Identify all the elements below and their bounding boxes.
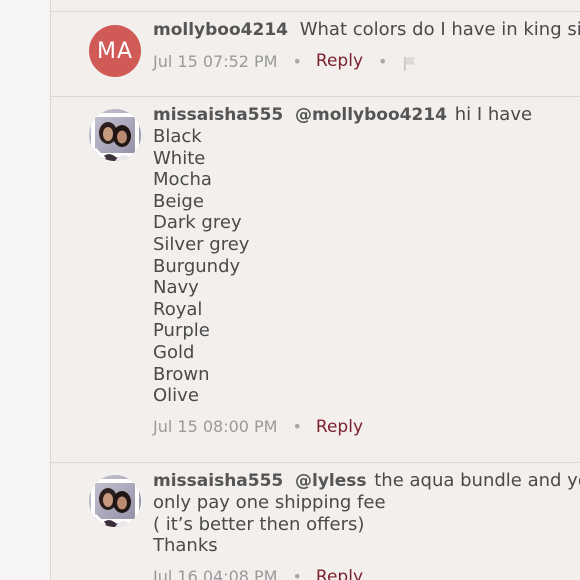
- message-line: Beige: [153, 190, 204, 212]
- avatar[interactable]: [89, 475, 141, 527]
- comment-username[interactable]: missaisha555: [153, 105, 283, 125]
- message-line: Navy: [153, 277, 199, 299]
- comment-timestamp: Jul 15 07:52 PM: [153, 51, 278, 71]
- message-line: Brown: [153, 363, 210, 385]
- comment-message-lines: Black White Mocha Beige Dark grey Silver…: [153, 126, 580, 407]
- separator-dot: •: [292, 51, 302, 71]
- reply-link[interactable]: Reply: [316, 417, 363, 437]
- comment-body: mollyboo4214 What colors do I have in ki…: [153, 19, 580, 71]
- comment-meta: Jul 16 04:08 PM • Reply: [153, 567, 580, 580]
- comment: MA mollyboo4214 What colors do I have in…: [51, 12, 580, 97]
- avatar[interactable]: MA: [89, 25, 141, 77]
- comment-body: missaisha555 @mollyboo4214 hi I have Bla…: [153, 104, 580, 437]
- comment-header: missaisha555 @lyless the aqua bundle and…: [153, 470, 580, 492]
- message-line: White: [153, 147, 206, 169]
- message-line: Royal: [153, 298, 203, 320]
- comment-header: missaisha555 @mollyboo4214 hi I have: [153, 104, 580, 126]
- message-line: Dark grey: [153, 212, 242, 234]
- message-line: ( it’s better then offers): [153, 513, 365, 535]
- comment-message: hi I have: [454, 104, 533, 125]
- comment-meta: Jul 15 08:00 PM • Reply: [153, 417, 580, 437]
- avatar[interactable]: [89, 109, 141, 161]
- message-line: Gold: [153, 341, 195, 363]
- comment-timestamp: Jul 16 04:08 PM: [153, 567, 278, 580]
- message-line: Thanks: [153, 535, 218, 557]
- separator-dot: •: [292, 417, 302, 437]
- message-line: Black: [153, 126, 202, 147]
- comment-message: What colors do I have in king size: [299, 19, 580, 40]
- left-rail: [0, 0, 51, 580]
- separator-dot: •: [378, 51, 388, 71]
- message-line: Purple: [153, 320, 210, 342]
- reply-link[interactable]: Reply: [316, 567, 363, 580]
- comments-page: MA mollyboo4214 What colors do I have in…: [0, 0, 580, 580]
- comment: missaisha555 @mollyboo4214 hi I have Bla…: [51, 97, 580, 463]
- message-line: Burgundy: [153, 255, 241, 277]
- comment-username[interactable]: missaisha555: [153, 471, 283, 491]
- comment-timestamp: Jul 15 08:00 PM: [153, 417, 278, 437]
- comment-username[interactable]: mollyboo4214: [153, 20, 288, 40]
- comment: missaisha555 @lyless the aqua bundle and…: [51, 463, 580, 580]
- comment-message: the aqua bundle and you'll save: [374, 470, 580, 491]
- avatar-initials: MA: [96, 38, 134, 64]
- comment-message-lines: only pay one shipping fee ( it’s better …: [153, 492, 580, 557]
- comment-mention[interactable]: @mollyboo4214: [295, 105, 447, 125]
- message-line: only pay one shipping fee: [153, 492, 386, 513]
- separator-dot: •: [292, 567, 302, 580]
- comment-header: mollyboo4214 What colors do I have in ki…: [153, 19, 580, 41]
- flag-icon[interactable]: [403, 56, 417, 72]
- message-line: Silver grey: [153, 233, 250, 255]
- comment-meta: Jul 15 07:52 PM • Reply •: [153, 51, 580, 71]
- comment-mention[interactable]: @lyless: [295, 471, 367, 491]
- comment-body: missaisha555 @lyless the aqua bundle and…: [153, 470, 580, 580]
- message-line: Olive: [153, 385, 199, 407]
- message-line: Mocha: [153, 169, 212, 191]
- reply-link[interactable]: Reply: [316, 51, 363, 71]
